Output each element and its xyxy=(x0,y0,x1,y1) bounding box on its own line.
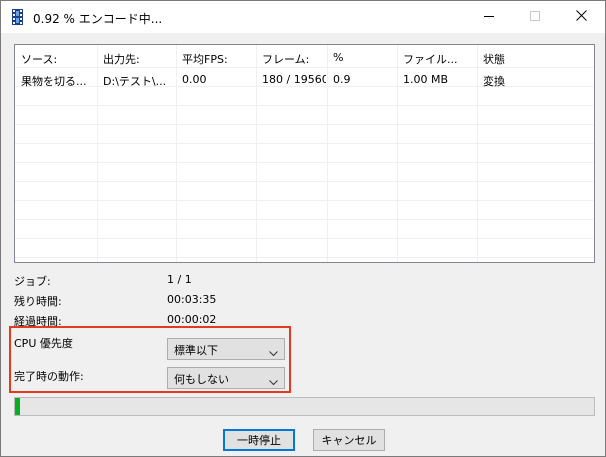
on-complete-label: 完了時の動作: xyxy=(14,370,84,383)
cpu-priority-value: 標準以下 xyxy=(174,344,218,357)
row-divider xyxy=(15,181,594,182)
on-complete-value: 何もしない xyxy=(174,373,229,386)
row-divider xyxy=(15,143,594,144)
row-divider xyxy=(15,238,594,239)
file-size-cell: 1.00 MB xyxy=(403,73,449,86)
row-divider xyxy=(15,105,594,106)
progress-fill xyxy=(15,398,20,415)
column-divider[interactable] xyxy=(397,45,398,262)
chevron-down-icon xyxy=(269,347,278,357)
column-header-source[interactable]: ソース: xyxy=(21,51,95,67)
close-button[interactable] xyxy=(558,1,604,33)
film-strip-icon xyxy=(12,9,23,25)
output-cell: D:\テスト\... xyxy=(103,75,167,88)
avg-fps-cell: 0.00 xyxy=(182,73,207,86)
minimize-icon xyxy=(484,11,494,24)
cpu-priority-select[interactable]: 標準以下 xyxy=(167,338,285,360)
row-divider xyxy=(15,219,594,220)
maximize-icon xyxy=(530,10,540,24)
row-divider xyxy=(15,200,594,201)
row-divider xyxy=(15,67,594,68)
pause-button[interactable]: 一時停止 xyxy=(223,429,295,451)
column-divider[interactable] xyxy=(327,45,328,262)
source-cell: 果物を切る... xyxy=(21,75,87,88)
column-header-percent[interactable]: % xyxy=(333,51,393,64)
job-list[interactable]: ソース: 出力先: 平均FPS: フレーム: % ファイル... 状態 果物を切… xyxy=(14,44,595,263)
title-bar[interactable]: 0.92 % エンコード中... xyxy=(1,1,605,33)
remaining-time-value: 00:03:35 xyxy=(167,293,217,306)
remaining-time-label: 残り時間: xyxy=(14,295,62,308)
column-divider[interactable] xyxy=(97,45,98,262)
window-title: 0.92 % エンコード中... xyxy=(33,12,163,26)
minimize-button[interactable] xyxy=(466,1,512,33)
chevron-down-icon xyxy=(269,376,278,386)
column-divider[interactable] xyxy=(256,45,257,262)
status-cell: 変換 xyxy=(483,75,505,88)
encode-progress-bar xyxy=(14,397,595,416)
row-divider xyxy=(15,162,594,163)
column-header-avg-fps[interactable]: 平均FPS: xyxy=(182,51,252,67)
row-divider xyxy=(15,124,594,125)
job-label: ジョブ: xyxy=(14,275,51,288)
frames-cell: 180 / 19560 xyxy=(262,73,326,86)
cancel-button[interactable]: キャンセル xyxy=(313,429,385,451)
on-complete-select[interactable]: 何もしない xyxy=(167,367,285,389)
column-divider[interactable] xyxy=(477,45,478,262)
percent-cell: 0.9 xyxy=(333,73,351,86)
column-header-file-size[interactable]: ファイル... xyxy=(403,51,475,67)
encode-progress-window: 0.92 % エンコード中... ソース: 出力先: 平均FPS: フレーム: … xyxy=(0,0,606,457)
close-icon xyxy=(575,10,587,24)
row-divider xyxy=(15,257,594,258)
column-divider[interactable] xyxy=(176,45,177,262)
maximize-button[interactable] xyxy=(512,1,558,33)
job-value: 1 / 1 xyxy=(167,273,192,286)
column-header-output[interactable]: 出力先: xyxy=(103,51,173,67)
elapsed-time-value: 00:00:02 xyxy=(167,313,217,326)
column-header-status[interactable]: 状態 xyxy=(483,51,583,67)
column-header-frames[interactable]: フレーム: xyxy=(262,51,324,67)
cpu-priority-label: CPU 優先度 xyxy=(14,337,73,350)
